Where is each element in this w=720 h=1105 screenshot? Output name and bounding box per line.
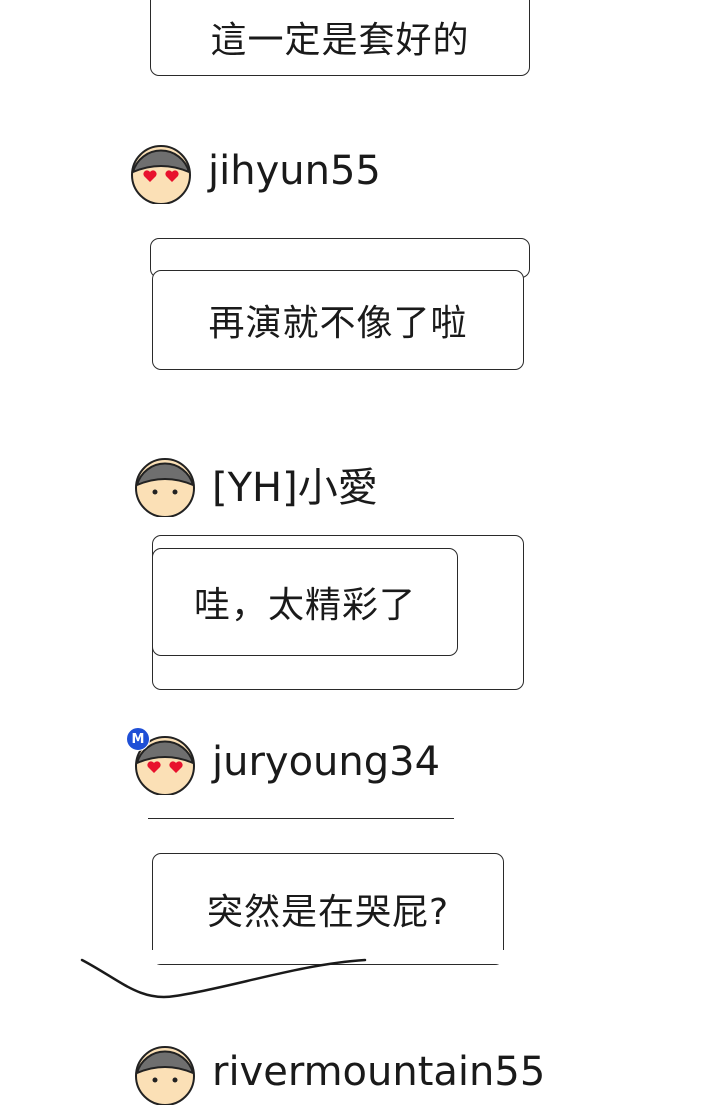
username: [YH]小愛 — [212, 465, 378, 511]
heart-eyes-avatar-icon — [130, 142, 191, 204]
comment-bubble: 再演就不像了啦 — [152, 270, 524, 370]
comment-text: 再演就不像了啦 — [208, 303, 468, 344]
brush-stroke — [80, 950, 506, 999]
member-badge-icon: M — [126, 727, 150, 751]
comment-user[interactable]: [YH]小愛 — [134, 455, 378, 517]
comment-bubble: 突然是在哭屁? — [152, 853, 504, 965]
username: jihyun55 — [208, 148, 381, 194]
comment-user[interactable]: jihyun55 — [130, 142, 381, 204]
comment-bubble: 這一定是套好的 — [150, 0, 530, 76]
comment-user[interactable]: rivermountain55 — [134, 1043, 546, 1105]
divider-line — [148, 818, 454, 819]
username: rivermountain55 — [212, 1049, 546, 1095]
dot-eyes-avatar-icon — [134, 1043, 195, 1105]
dot-eyes-avatar-icon — [134, 455, 195, 517]
comment-text: 哇，太精彩了 — [193, 585, 416, 626]
comment-user[interactable]: M juryoung34 — [126, 727, 441, 795]
comment-text: 突然是在哭屁? — [206, 892, 450, 933]
heart-eyes-avatar-icon: M — [126, 727, 195, 795]
comment-bubble: 哇，太精彩了 — [152, 548, 458, 656]
username: juryoung34 — [212, 739, 441, 785]
comment-text: 這一定是套好的 — [210, 20, 470, 61]
